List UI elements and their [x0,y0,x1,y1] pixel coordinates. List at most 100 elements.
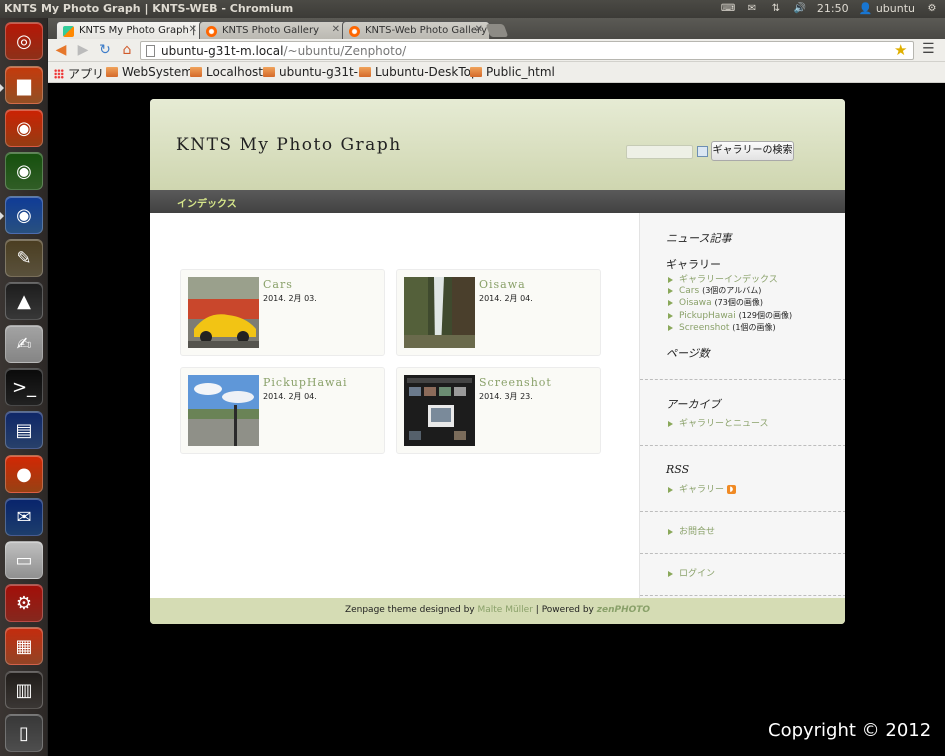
bookmark-lubuntu-desktop[interactable]: Lubuntu-DeskTop [359,65,479,79]
launcher-firefox-icon[interactable]: ◉ [5,109,43,147]
tab-knts-photo-gallery[interactable]: KNTS Photo Gallery ✕ [199,21,347,39]
album-card-cars[interactable]: Cars 2014. 2月 03. [180,269,385,356]
sidebar-item-gallery-index[interactable]: ギャラリーインデックス [668,272,778,285]
item-count: (129個の画像) [738,311,793,320]
site-title[interactable]: KNTS My Photo Graph [176,135,402,155]
close-icon[interactable]: ✕ [189,24,197,35]
libreoffice-glyph: ▤ [15,419,33,441]
window-title: KNTS My Photo Graph | KNTS-WEB - Chromiu… [4,2,294,15]
bookmark-localhost[interactable]: Localhost [190,65,263,79]
sidebar-link[interactable]: ギャラリーインデックス [679,275,778,285]
close-icon[interactable]: ✕ [332,24,340,35]
album-card-screenshot[interactable]: Screenshot 2014. 3月 23. [396,367,601,454]
sidebar-link[interactable]: Oisawa [679,298,712,308]
album-thumbnail-pickuphawai[interactable] [188,375,259,446]
archive-heading: アーカイブ [666,398,721,411]
sidebar-item-screenshot[interactable]: Screenshot (1個の画像) [668,322,776,333]
tab-knts-my-photo-graph[interactable]: KNTS My Photo Graph | KN ✕ [56,21,204,39]
power-gear-icon[interactable]: ⚙ [925,3,939,15]
back-arrow-icon[interactable]: ◀ [52,41,70,59]
gallery-search-button[interactable]: ギャラリーの検索 [711,141,794,161]
album-thumbnail-oisawa[interactable] [404,277,475,348]
forward-arrow-icon[interactable]: ▶ [74,41,92,59]
address-bar[interactable]: ubuntu-g31t-m.local/~ubuntu/Zenphoto/ [140,41,914,60]
search-options-icon[interactable] [697,146,708,157]
keyboard-icon[interactable]: ⌨ [721,3,735,15]
sidebar-item-login[interactable]: ログイン [668,566,715,579]
launcher-system-settings-icon[interactable]: ⚙ [5,584,43,622]
bullet-arrow-icon [668,528,673,535]
bookmark-websystem[interactable]: WebSystem [106,65,193,79]
folder-icon [106,67,118,77]
album-name[interactable]: Cars [263,278,293,291]
sidebar-link[interactable]: PickupHawai [679,311,736,321]
sidebar-link[interactable]: ギャラリーとニュース [679,419,769,429]
album-thumbnail-screenshot[interactable] [404,375,475,446]
launcher-files-icon[interactable]: ▆ [5,66,43,104]
sidebar-item-rss-gallery[interactable]: ギャラリー ◗ [668,482,737,495]
sidebar-item-oisawa[interactable]: Oisawa (73個の画像) [668,297,763,308]
apps-grid-icon [54,68,64,79]
bookmark-label: Public_html [486,65,555,79]
chrome-glyph: ◉ [16,160,32,182]
rss-feed-icon[interactable]: ◗ [727,485,737,494]
item-count: (73個の画像) [714,298,763,307]
zenphoto-logo[interactable]: zenPHOTO [597,605,650,615]
sidebar-link[interactable]: ログイン [679,569,715,579]
volume-icon[interactable]: 🔊 [793,3,807,15]
sidebar-item-cars[interactable]: Cars (3個のアルバム) [668,285,761,296]
launcher-terminal-icon[interactable]: >_ [5,368,43,406]
album-name[interactable]: Oisawa [479,278,526,291]
launcher-ubuntu-dash-icon[interactable]: ◎ [5,22,43,60]
launcher-document-icon[interactable]: ▭ [5,541,43,579]
mail-icon[interactable]: ✉ [745,3,759,15]
launcher-inkscape-icon[interactable]: ▲ [5,282,43,320]
footer-designed-by: Zenpage theme designed by [344,605,475,615]
launcher-chrome-icon[interactable]: ◉ [5,152,43,190]
sidebar-item-pickuphawai[interactable]: PickupHawai (129個の画像) [668,310,792,321]
sidebar-item-archive[interactable]: ギャラリーとニュース [668,416,769,429]
album-thumbnail-cars[interactable] [188,277,259,348]
bookmark-star-icon[interactable]: ★ [894,41,907,59]
home-icon[interactable]: ⌂ [118,41,136,59]
sidebar-item-contact[interactable]: お問合せ [668,524,715,537]
album-card-pickuphawai[interactable]: PickupHawai 2014. 2月 04. [180,367,385,454]
launcher-trash-icon[interactable]: ▯ [5,714,43,752]
media-player-glyph: ● [16,463,32,485]
search-input[interactable] [626,145,693,159]
launcher-chromium-icon[interactable]: ◉ [5,196,43,234]
reload-icon[interactable]: ↻ [96,41,114,59]
desktop-copyright: Copyright © 2012 [768,720,932,741]
browser-toolbar: ◀ ▶ ↻ ⌂ ubuntu-g31t-m.local/~ubuntu/Zenp… [48,39,945,62]
sidebar-link[interactable]: お問合せ [679,527,715,537]
launcher-gimp-icon[interactable]: ✎ [5,239,43,277]
launcher-libreoffice-icon[interactable]: ▤ [5,411,43,449]
launcher-media-player-icon[interactable]: ● [5,455,43,493]
menu-icon[interactable]: ☰ [922,41,935,57]
album-name[interactable]: PickupHawai [263,376,348,389]
folder-icon [263,67,275,77]
network-icon[interactable]: ⇅ [769,3,783,15]
bookmark-apps[interactable]: アプリ [54,65,104,82]
sidebar-link[interactable]: ギャラリー [679,485,724,495]
launcher-thunderbird-icon[interactable]: ✉ [5,498,43,536]
user-menu[interactable]: 👤 ubuntu [859,2,915,15]
sidebar-link[interactable]: Cars [679,286,699,296]
bullet-arrow-icon [668,570,673,577]
launcher-text-editor-icon[interactable]: ✍ [5,325,43,363]
nav-index-link[interactable]: インデックス [177,195,237,210]
sidebar-link[interactable]: Screenshot [679,323,729,333]
tab-knts-web-photo-gallery[interactable]: KNTS-Web Photo Gallery ✕ [342,21,490,39]
album-name[interactable]: Screenshot [479,376,552,389]
album-card-oisawa[interactable]: Oisawa 2014. 2月 04. [396,269,601,356]
user-icon: 👤 [858,2,873,15]
launcher-software-center-icon[interactable]: ▦ [5,627,43,665]
close-icon[interactable]: ✕ [475,24,483,35]
bookmark-ubuntu-g31t-m[interactable]: ubuntu-g31t-m [263,65,370,79]
new-tab-button[interactable] [485,24,509,37]
footer-designer-link[interactable]: Malte Müller [478,605,533,615]
footer-powered-by: | Powered by [535,605,594,615]
launcher-workspace-switcher-icon[interactable]: ▥ [5,671,43,709]
bookmark-public-html[interactable]: Public_html [470,65,555,79]
clock[interactable]: 21:50 [817,2,849,15]
